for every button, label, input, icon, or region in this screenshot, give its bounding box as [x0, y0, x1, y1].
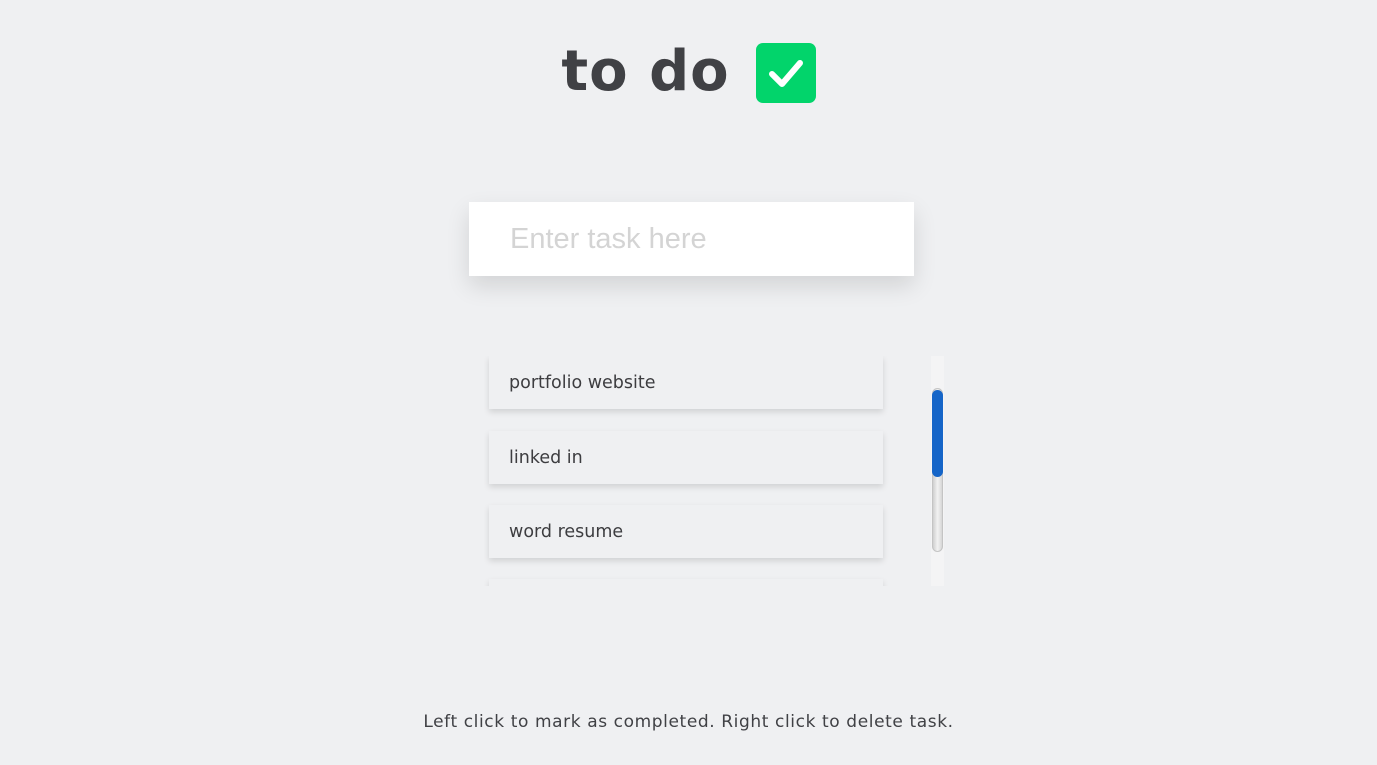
scrollbar[interactable] [931, 356, 944, 586]
task-label: linked in [509, 447, 583, 468]
task-item-partial[interactable] [489, 579, 883, 586]
task-input-container [469, 202, 914, 276]
task-item[interactable]: linked in [489, 431, 883, 484]
task-item[interactable]: word resume [489, 505, 883, 558]
check-icon [768, 60, 803, 87]
task-input[interactable] [469, 202, 914, 276]
page-title: to do [561, 39, 730, 104]
todo-app: to do portfolio website linked in word r… [0, 0, 1377, 765]
usage-hint: Left click to mark as completed. Right c… [423, 712, 954, 732]
task-item[interactable]: portfolio website [489, 356, 883, 409]
task-list[interactable]: portfolio website linked in word resume [484, 356, 944, 586]
task-label: portfolio website [509, 372, 656, 393]
app-header: to do [0, 36, 1377, 108]
scrollbar-thumb[interactable] [932, 390, 943, 477]
checkmark-logo [755, 43, 816, 103]
task-label: word resume [509, 521, 624, 542]
